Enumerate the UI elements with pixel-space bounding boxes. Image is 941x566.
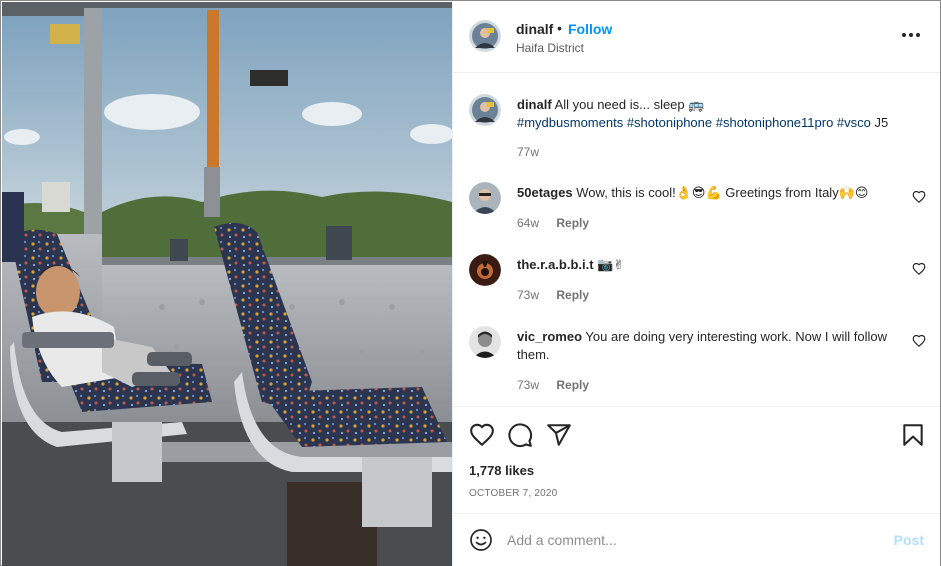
reply-button[interactable]: Reply xyxy=(556,378,589,392)
separator-dot: • xyxy=(557,20,562,36)
likes-count[interactable]: 1,778 likes xyxy=(469,463,534,478)
commenter-avatar[interactable] xyxy=(469,182,501,214)
comment-meta: 73w Reply xyxy=(517,288,603,302)
comment-time[interactable]: 73w xyxy=(517,288,539,302)
comment-icon[interactable] xyxy=(507,422,533,448)
reply-button[interactable]: Reply xyxy=(556,216,589,230)
comment-body: Wow, this is cool!👌😎💪 Greetings from Ita… xyxy=(572,185,869,200)
more-horizontal-icon[interactable] xyxy=(900,24,922,46)
post-comment-button[interactable]: Post xyxy=(894,532,924,548)
author-avatar[interactable] xyxy=(469,20,501,52)
comment-body: 📷✌ xyxy=(593,257,625,272)
like-comment-heart-icon[interactable] xyxy=(912,262,926,276)
post-actions: 1,778 likes OCTOBER 7, 2020 xyxy=(453,408,940,514)
paper-plane-icon[interactable] xyxy=(546,422,572,448)
post-date[interactable]: OCTOBER 7, 2020 xyxy=(469,488,557,499)
caption-body: All you need is... sleep 🚌 xyxy=(551,97,705,112)
caption-suffix: J5 xyxy=(870,115,889,130)
author-username[interactable]: dinalf xyxy=(516,21,553,37)
comment-meta: 64w Reply xyxy=(517,216,603,230)
post-location[interactable]: Haifa District xyxy=(516,41,584,55)
bookmark-icon[interactable] xyxy=(900,422,926,448)
post-side-panel: dinalf • Follow Haifa District dinalf Al… xyxy=(452,2,940,566)
comment-time[interactable]: 73w xyxy=(517,378,539,392)
comment-meta: 77w xyxy=(517,145,553,159)
heart-icon[interactable] xyxy=(469,422,495,448)
commenter-avatar[interactable] xyxy=(469,254,501,286)
post-photo[interactable] xyxy=(2,2,452,566)
post-header: dinalf • Follow Haifa District xyxy=(453,2,940,73)
comments-list[interactable]: dinalf All you need is... sleep 🚌 #mydbu… xyxy=(453,74,940,407)
commenter-avatar[interactable] xyxy=(469,326,501,358)
comment-username[interactable]: 50etages xyxy=(517,185,573,200)
caption-text: dinalf All you need is... sleep 🚌 #mydbu… xyxy=(517,96,897,132)
add-comment-input[interactable] xyxy=(507,528,867,552)
add-comment-bar: Post xyxy=(453,515,940,566)
comment-username[interactable]: the.r.a.b.b.i.t xyxy=(517,257,594,272)
comment-text: the.r.a.b.b.i.t 📷✌ xyxy=(517,256,897,274)
comment-username[interactable]: vic_romeo xyxy=(517,329,582,344)
like-comment-heart-icon[interactable] xyxy=(912,334,926,348)
smiley-icon[interactable] xyxy=(469,528,493,552)
author-avatar[interactable] xyxy=(469,94,501,126)
comment-username[interactable]: dinalf xyxy=(517,97,552,112)
bus-interior-photo xyxy=(2,2,452,566)
instagram-post-modal: dinalf • Follow Haifa District dinalf Al… xyxy=(0,0,941,566)
comment-time[interactable]: 64w xyxy=(517,216,539,230)
like-comment-heart-icon[interactable] xyxy=(912,190,926,204)
comment-time[interactable]: 77w xyxy=(517,145,539,159)
caption-hashtags[interactable]: #mydbusmoments #shotoniphone #shotonipho… xyxy=(517,115,871,130)
comment-text: vic_romeo You are doing very interesting… xyxy=(517,328,897,364)
follow-button[interactable]: Follow xyxy=(568,21,612,37)
comment-text: 50etages Wow, this is cool!👌😎💪 Greetings… xyxy=(517,184,897,202)
comment-meta: 73w Reply xyxy=(517,378,603,392)
reply-button[interactable]: Reply xyxy=(556,288,589,302)
